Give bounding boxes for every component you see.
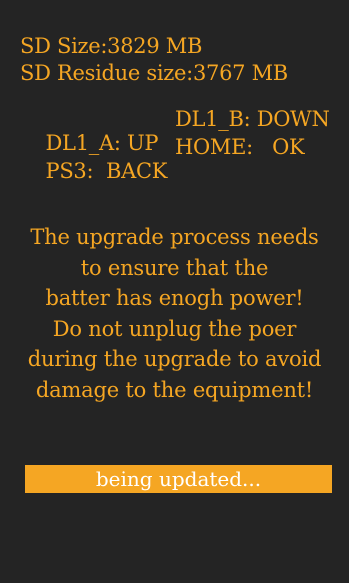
warning-line: damage to the equipment! <box>35 377 314 402</box>
warning-line: Do not unplug the poer <box>52 316 297 341</box>
dl1-b-mapping: DL1_B: DOWN <box>175 107 330 131</box>
warning-line: during the upgrade to avoid <box>27 347 322 371</box>
key-map-row-2: PS3: BACK HOME: OK <box>20 135 305 231</box>
warning-line: The upgrade process needs <box>30 225 319 249</box>
upgrade-warning: The upgrade process needs to ensure that… <box>0 222 349 405</box>
sd-size-label: SD Size:3829 MB <box>20 34 203 58</box>
update-status-label: being updated... <box>95 467 262 491</box>
ps3-mapping: PS3: BACK <box>45 159 168 183</box>
warning-line: batter has enogh power! <box>45 286 304 310</box>
warning-line: to ensure that the <box>80 255 269 280</box>
home-mapping: HOME: OK <box>175 135 305 159</box>
upgrade-screen: SD Size:3829 MB SD Residue size:3767 MB … <box>0 0 349 583</box>
sd-residue-label: SD Residue size:3767 MB <box>20 61 288 85</box>
update-progress-bar: being updated... <box>25 465 332 493</box>
